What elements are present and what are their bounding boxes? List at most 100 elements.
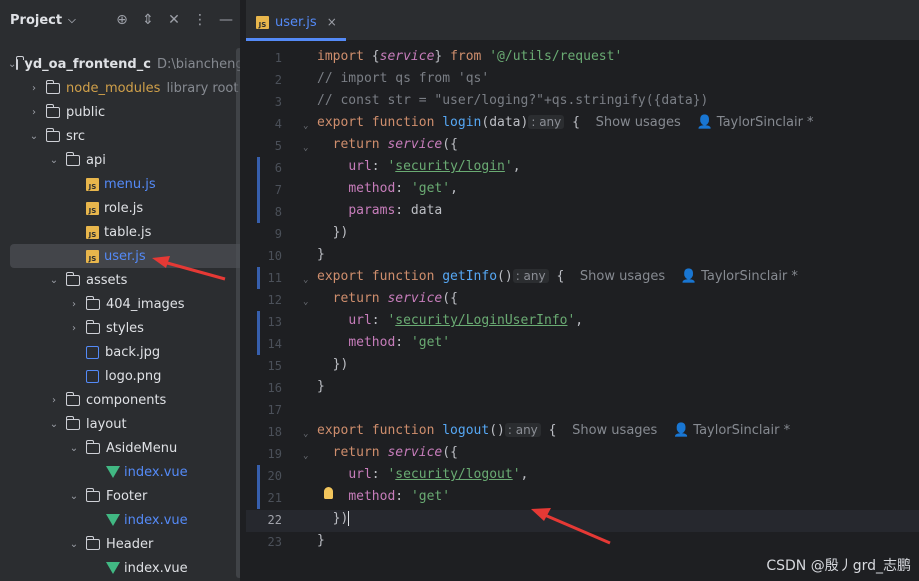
tree-file[interactable]: JS table.js	[0, 220, 240, 244]
folder-icon	[65, 151, 80, 166]
code-editor[interactable]: 1 2 3 4 5 6 7 8 9 10 11 12 13 14 15 16 17 18 19 20 21 22 23 im…	[246, 41, 919, 581]
vue-file-icon	[106, 466, 120, 478]
fold-icon[interactable]: ⌄	[303, 275, 313, 285]
tree-folder[interactable]: ⌄ api	[0, 148, 240, 172]
line-number: 22	[267, 513, 282, 527]
tree-file[interactable]: logo.png	[0, 364, 240, 388]
tree-folder[interactable]: › components	[0, 388, 240, 412]
line-number: 1	[274, 51, 282, 65]
line-number: 14	[267, 337, 282, 351]
tree-folder[interactable]: ⌄ src	[0, 124, 240, 148]
code-line-2: // import qs from 'qs'	[317, 71, 490, 86]
code-line-10: }	[317, 247, 325, 262]
more-options-icon[interactable]: ⋮	[192, 12, 208, 28]
tree-item-label: styles	[106, 320, 144, 336]
tree-file[interactable]: index.vue	[0, 508, 240, 532]
chevron-down-icon[interactable]: ⌄	[28, 131, 40, 142]
lightbulb-icon[interactable]	[324, 487, 333, 499]
code-line-19: return service({	[332, 445, 458, 460]
js-file-icon: JS	[256, 15, 269, 29]
chevron-down-icon[interactable]: ⌄	[68, 443, 80, 454]
project-panel: Project ⌵ ⊕ ⇕ ✕ ⋮ — ⌄ yd_oa_frontend_c D:\…	[0, 0, 240, 581]
chevron-down-icon[interactable]: ⌄	[48, 419, 60, 430]
close-icon[interactable]: ×	[327, 15, 337, 29]
tree-file[interactable]: back.jpg	[0, 340, 240, 364]
folder-icon	[85, 295, 100, 310]
folder-icon	[65, 391, 80, 406]
line-number: 12	[267, 293, 282, 307]
line-number: 23	[267, 535, 282, 549]
chevron-down-icon[interactable]: ⌄	[48, 155, 60, 166]
tree-file[interactable]: JS menu.js	[0, 172, 240, 196]
line-number: 17	[267, 403, 282, 417]
js-file-icon: JS	[86, 201, 99, 215]
project-scrollbar[interactable]	[236, 48, 240, 578]
tree-file[interactable]: index.vue	[0, 556, 240, 580]
tree-item-label: role.js	[104, 200, 144, 216]
code-line-21: method: 'get'	[348, 489, 451, 504]
line-number: 13	[267, 315, 282, 329]
line-number: 20	[267, 469, 282, 483]
folder-icon	[15, 55, 24, 70]
tree-folder[interactable]: › node_modules library root	[0, 76, 240, 100]
tree-folder[interactable]: ⌄ AsideMenu	[0, 436, 240, 460]
chevron-down-icon[interactable]: ⌄	[68, 539, 80, 550]
tree-folder[interactable]: › styles	[0, 316, 240, 340]
tree-folder[interactable]: ⌄ Footer	[0, 484, 240, 508]
tree-file[interactable]: JS user.js	[10, 244, 240, 268]
chevron-down-icon[interactable]: ⌄	[48, 275, 60, 286]
chevron-right-icon[interactable]: ›	[28, 83, 40, 94]
chevron-right-icon[interactable]: ›	[68, 299, 80, 310]
tree-item-label: user.js	[104, 248, 146, 264]
folder-icon	[45, 103, 60, 118]
fold-icon[interactable]: ⌄	[303, 297, 313, 307]
tab-user-js[interactable]: JS user.js ×	[256, 10, 337, 34]
tree-item-label: public	[66, 104, 106, 120]
chevron-down-icon[interactable]: ⌄	[68, 491, 80, 502]
tree-item-label: api	[86, 152, 106, 168]
folder-icon	[85, 439, 100, 454]
line-number: 19	[267, 447, 282, 461]
tree-folder[interactable]: › public	[0, 100, 240, 124]
folder-icon	[45, 127, 60, 142]
chevron-down-icon[interactable]: ⌵	[68, 15, 76, 26]
chevron-right-icon[interactable]: ›	[28, 107, 40, 118]
tree-item-label: Header	[106, 536, 154, 552]
fold-icon[interactable]: ⌄	[303, 143, 313, 153]
tree-file[interactable]: index.vue	[0, 460, 240, 484]
hide-panel-icon[interactable]: —	[218, 12, 234, 28]
tree-folder[interactable]: ⌄ Header	[0, 532, 240, 556]
fold-icon[interactable]: ⌄	[303, 451, 313, 461]
chevron-right-icon[interactable]: ›	[48, 395, 60, 406]
vue-file-icon	[106, 514, 120, 526]
tree-item-label: AsideMenu	[106, 440, 178, 456]
code-line-4: export function login(data): any { Show …	[317, 115, 814, 130]
tree-item-label: assets	[86, 272, 128, 288]
tree-item-label: layout	[86, 416, 127, 432]
tree-file[interactable]: JS role.js	[0, 196, 240, 220]
tree-item-label: table.js	[104, 224, 152, 240]
fold-icon[interactable]: ⌄	[303, 429, 313, 439]
tree-item-label: index.vue	[124, 512, 188, 528]
tree-item-label: src	[66, 128, 85, 144]
project-title[interactable]: Project	[10, 13, 62, 28]
tree-folder[interactable]: ⌄ layout	[0, 412, 240, 436]
fold-icon[interactable]: ⌄	[303, 121, 313, 131]
image-file-icon	[86, 345, 99, 359]
tree-item-hint: library root	[166, 80, 239, 96]
expand-all-icon[interactable]: ⇕	[140, 12, 156, 28]
collapse-all-icon[interactable]: ✕	[166, 12, 182, 28]
chevron-right-icon[interactable]: ›	[68, 323, 80, 334]
line-number: 18	[267, 425, 282, 439]
tree-folder[interactable]: › 404_images	[0, 292, 240, 316]
tree-item-label: index.vue	[124, 464, 188, 480]
chevron-down-icon[interactable]: ⌄	[8, 59, 16, 70]
tree-folder[interactable]: ⌄ assets	[0, 268, 240, 292]
tree-item-label: back.jpg	[105, 344, 161, 360]
tree-item-label: components	[86, 392, 167, 408]
folder-icon	[85, 487, 100, 502]
line-number: 16	[267, 381, 282, 395]
tree-folder[interactable]: ⌄ yd_oa_frontend_c D:\biancheng\V	[0, 52, 240, 76]
code-line-23: }	[317, 533, 325, 548]
locate-icon[interactable]: ⊕	[114, 12, 130, 28]
